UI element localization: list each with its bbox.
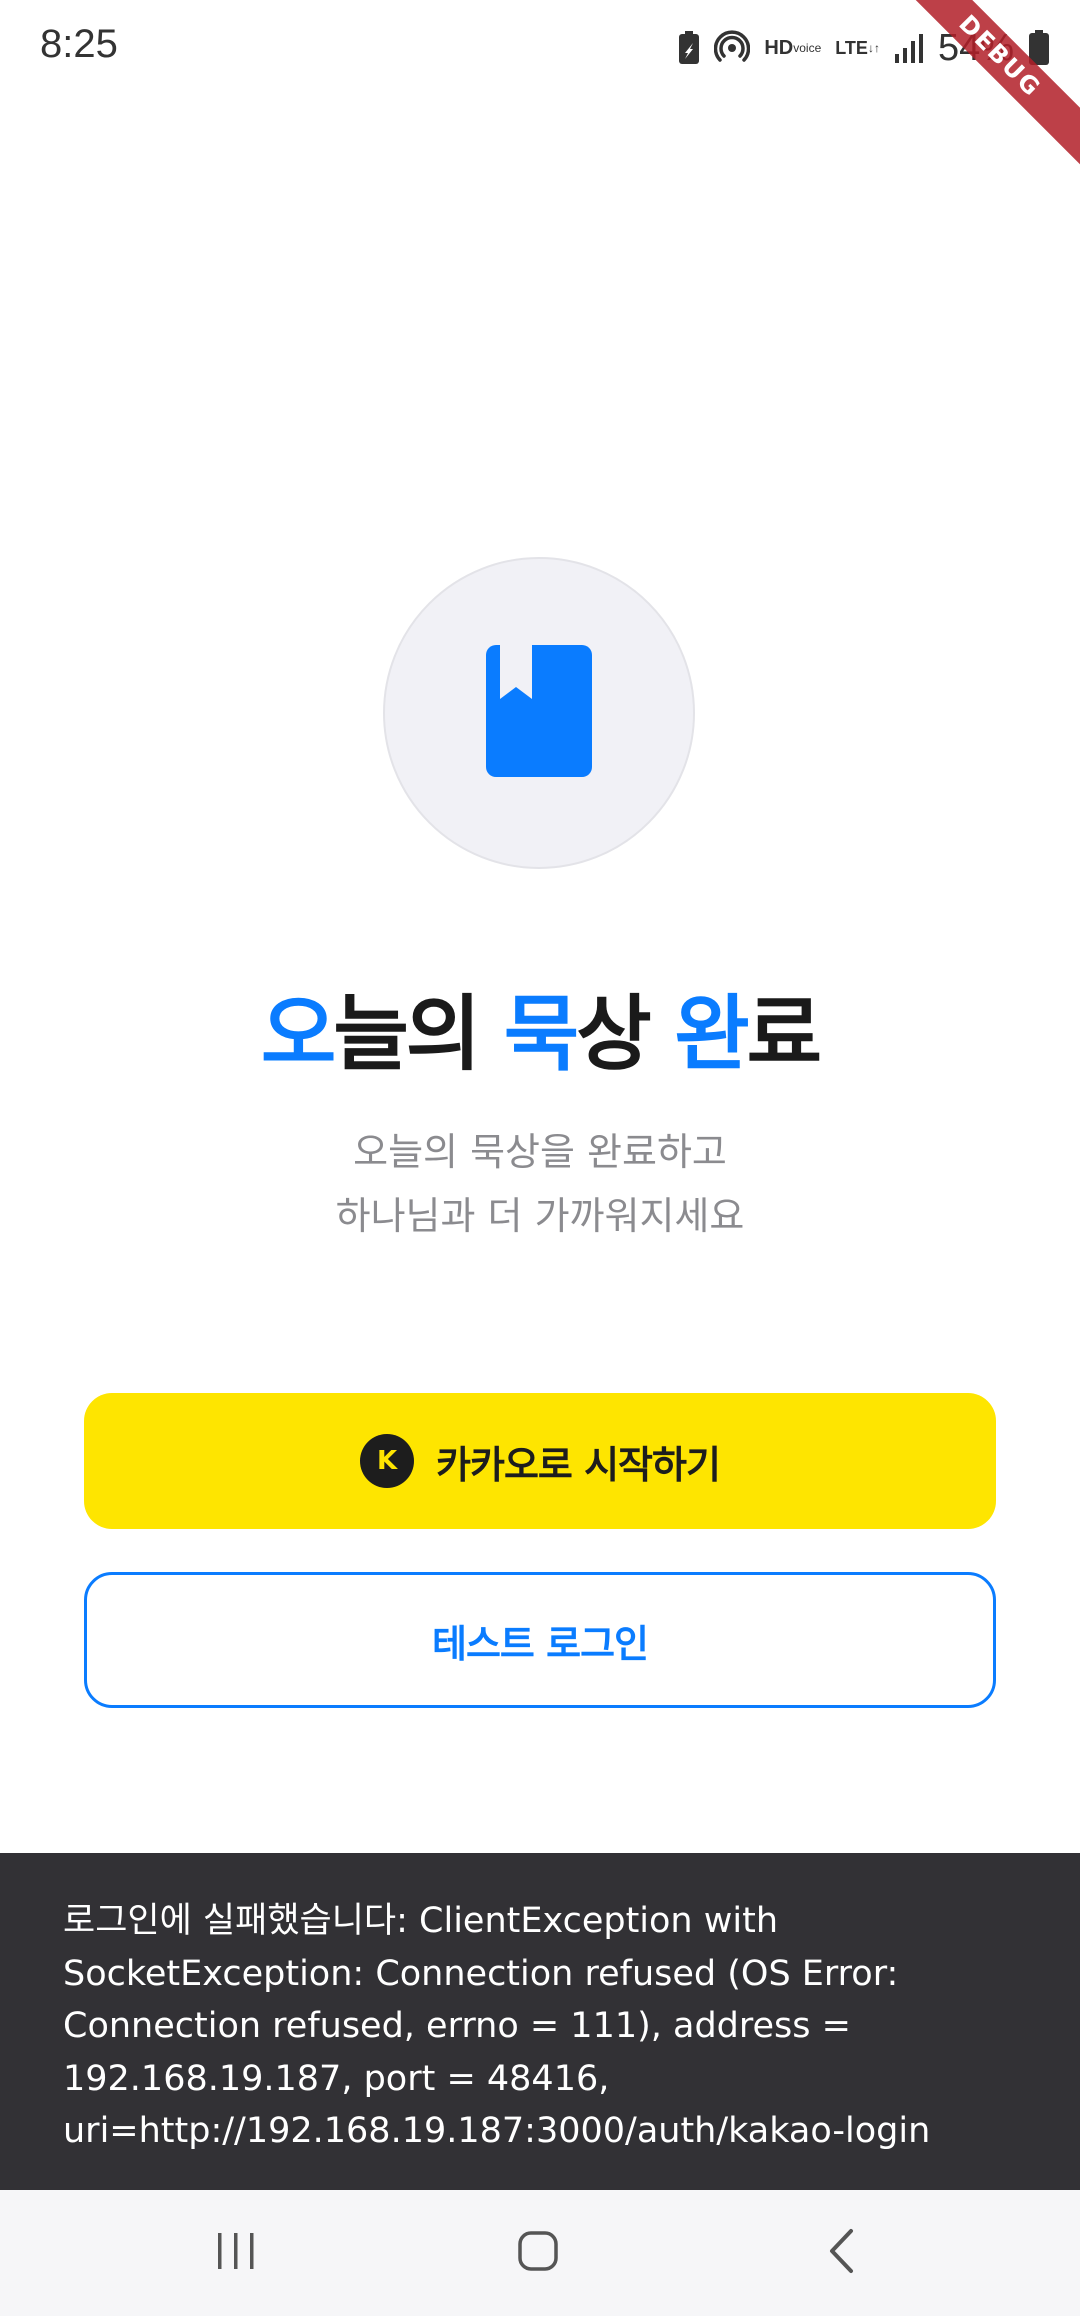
kakao-login-button[interactable]: K 카카오로 시작하기: [84, 1393, 996, 1529]
kakao-icon: K: [360, 1434, 415, 1488]
home-icon: [517, 2230, 559, 2276]
status-bar: 8:25 HD voice LTE ↓↑: [0, 0, 1080, 96]
hd-voice-icon: HD voice: [764, 37, 822, 59]
kakao-login-label: 카카오로 시작하기: [436, 1442, 721, 1487]
test-login-button[interactable]: 테스트 로그인: [84, 1572, 996, 1708]
title-accent-char: 완: [674, 987, 749, 1082]
battery-saver-icon: [678, 31, 700, 65]
title-accent-char: 오: [260, 987, 336, 1082]
title-text: 늘의: [333, 987, 504, 1082]
test-login-label: 테스트 로그인: [432, 1621, 649, 1666]
recent-apps-icon: [214, 2231, 258, 2275]
snackbar-message: 로그인에 실패했습니다: ClientException with Socket…: [63, 1901, 931, 2151]
status-time: 8:25: [40, 22, 118, 66]
book-bookmark-icon: [486, 645, 592, 781]
lte-icon: LTE ↓↑: [835, 38, 880, 58]
page-subtitle: 오늘의 묵상을 완료하고 하나님과 더 가까워지세요: [0, 1120, 1080, 1248]
title-text: 료: [746, 987, 822, 1082]
title-text: 상: [576, 987, 675, 1082]
signal-icon: [894, 32, 924, 64]
page-title: 오늘의 묵상 완료: [0, 985, 1080, 1085]
navigation-bar: [0, 2190, 1080, 2316]
back-icon: [827, 2228, 857, 2278]
error-snackbar: 로그인에 실패했습니다: ClientException with Socket…: [0, 1853, 1080, 2190]
title-accent-char: 묵: [503, 987, 579, 1082]
home-button[interactable]: [502, 2217, 574, 2289]
hotspot-icon: [714, 30, 751, 66]
app-logo: [383, 557, 695, 869]
subtitle-line-2: 하나님과 더 가까워지세요: [335, 1194, 745, 1238]
recent-apps-button[interactable]: [200, 2217, 272, 2289]
subtitle-line-1: 오늘의 묵상을 완료하고: [353, 1130, 727, 1174]
back-button[interactable]: [806, 2217, 878, 2289]
